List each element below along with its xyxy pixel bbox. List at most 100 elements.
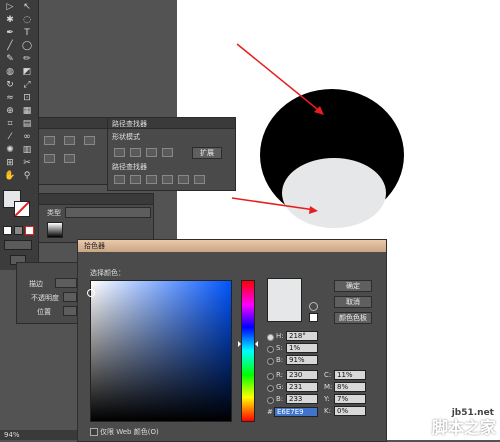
- k-label: K:: [324, 407, 331, 415]
- line-tool-icon[interactable]: ╱: [3, 41, 17, 51]
- hand-tool-icon[interactable]: ✋: [3, 171, 17, 181]
- type-dropdown[interactable]: [65, 207, 151, 218]
- minus-front-icon[interactable]: [130, 148, 141, 157]
- slice-tool-icon[interactable]: ✂: [20, 158, 34, 168]
- minus-back-icon[interactable]: [194, 175, 205, 184]
- zoom-level[interactable]: 94%: [4, 431, 20, 439]
- eyedropper-tool-icon[interactable]: ⁄: [3, 132, 17, 142]
- merge-icon[interactable]: [146, 175, 157, 184]
- gradient-swatch[interactable]: [47, 222, 63, 238]
- eraser-tool-icon[interactable]: ◩: [20, 67, 34, 77]
- hex-label: #: [267, 408, 273, 416]
- pencil-tool-icon[interactable]: ✏: [20, 54, 34, 64]
- y-input[interactable]: 7%: [334, 394, 366, 404]
- dialog-title: 拾色器: [84, 242, 105, 250]
- r-radio[interactable]: [267, 373, 274, 380]
- artboard-tool-icon[interactable]: ⊞: [3, 158, 17, 168]
- ok-button[interactable]: 确定: [334, 280, 372, 292]
- hue-slider-right-handle-icon[interactable]: [255, 341, 258, 347]
- intersect-icon[interactable]: [146, 148, 157, 157]
- g-input[interactable]: 231: [286, 382, 318, 392]
- g-radio[interactable]: [267, 385, 274, 392]
- new-color-preview: [267, 278, 302, 322]
- pen-tool-icon[interactable]: ✒: [3, 28, 17, 38]
- gradient-mode-icon[interactable]: [14, 226, 23, 235]
- direct-selection-tool-icon[interactable]: ↖: [20, 2, 34, 12]
- type-tool-icon[interactable]: T: [20, 28, 34, 38]
- expand-button[interactable]: 扩展: [192, 147, 222, 159]
- panel-icon-2[interactable]: [64, 136, 75, 145]
- hex-input[interactable]: E6E7E9: [274, 407, 318, 417]
- stroke-dropdown[interactable]: [55, 278, 77, 288]
- exclude-icon[interactable]: [162, 148, 173, 157]
- color-mode-icon[interactable]: [3, 226, 12, 235]
- trim-icon[interactable]: [130, 175, 141, 184]
- symbol-sprayer-tool-icon[interactable]: ✺: [3, 145, 17, 155]
- rotate-tool-icon[interactable]: ↻: [3, 80, 17, 90]
- opacity-field[interactable]: [63, 292, 77, 302]
- h-input[interactable]: 218°: [286, 331, 318, 341]
- brightness-input[interactable]: 91%: [286, 355, 318, 365]
- s-radio[interactable]: [267, 346, 274, 353]
- outline-icon[interactable]: [178, 175, 189, 184]
- panel-icon-4[interactable]: [44, 154, 55, 163]
- magic-wand-tool-icon[interactable]: ✱: [3, 15, 17, 25]
- web-only-checkbox[interactable]: [90, 428, 98, 436]
- color-swatches-button[interactable]: 颜色色板: [334, 312, 372, 324]
- crop-icon[interactable]: [162, 175, 173, 184]
- mesh-tool-icon[interactable]: ⌗: [3, 119, 17, 129]
- shape-builder-tool-icon[interactable]: ⊕: [3, 106, 17, 116]
- s-input[interactable]: 1%: [286, 343, 318, 353]
- pathfinder-panel-header[interactable]: 路径查找器: [108, 118, 235, 129]
- blend-tool-icon[interactable]: ∞: [20, 132, 34, 142]
- r-input[interactable]: 230: [286, 370, 318, 380]
- free-transform-tool-icon[interactable]: ⊡: [20, 93, 34, 103]
- color-spectrum-field[interactable]: [87, 280, 232, 422]
- pathfinder-tab[interactable]: 路径查找器: [112, 119, 147, 129]
- gradient-panel-header[interactable]: [39, 194, 153, 205]
- warp-tool-icon[interactable]: ≈: [3, 93, 17, 103]
- lasso-tool-icon[interactable]: ◌: [20, 15, 34, 25]
- dialog-title-bar[interactable]: 拾色器: [78, 240, 386, 252]
- annotation-arrow-top: [236, 43, 323, 114]
- y-label: Y:: [324, 395, 330, 403]
- pathfinder-panel: 路径查找器 形状模式 扩展 路径查找器: [107, 117, 236, 191]
- out-of-gamut-icon[interactable]: [309, 302, 318, 311]
- column-graph-tool-icon[interactable]: ▥: [20, 145, 34, 155]
- blue-radio[interactable]: [267, 397, 274, 404]
- divide-icon[interactable]: [114, 175, 125, 184]
- panel-icon-5[interactable]: [64, 154, 75, 163]
- panel-icon-3[interactable]: [84, 136, 95, 145]
- gradient-tool-icon[interactable]: ▤: [20, 119, 34, 129]
- draw-mode-icon[interactable]: [4, 240, 32, 250]
- perspective-grid-tool-icon[interactable]: ▦: [20, 106, 34, 116]
- gray-ellipse-shape[interactable]: [282, 158, 386, 228]
- web-safe-icon[interactable]: [309, 313, 318, 322]
- m-input[interactable]: 8%: [334, 382, 366, 392]
- r-label: R:: [276, 371, 284, 379]
- selection-tool-icon[interactable]: ▷: [3, 2, 17, 12]
- blue-input[interactable]: 233: [286, 394, 318, 404]
- unite-icon[interactable]: [114, 148, 125, 157]
- brightness-label: B:: [276, 356, 284, 364]
- h-radio[interactable]: [267, 334, 274, 341]
- panel-header[interactable]: [39, 118, 109, 129]
- ellipse-tool-icon[interactable]: ◯: [20, 41, 34, 51]
- color-marker-icon[interactable]: [87, 289, 95, 297]
- cancel-button[interactable]: 取消: [334, 296, 372, 308]
- panel-icon-1[interactable]: [44, 136, 55, 145]
- zoom-tool-icon[interactable]: ⚲: [20, 171, 34, 181]
- stroke-swatch[interactable]: [14, 201, 30, 217]
- blob-brush-tool-icon[interactable]: ◍: [3, 67, 17, 77]
- hue-slider-left-handle-icon[interactable]: [238, 341, 241, 347]
- scale-tool-icon[interactable]: ⤢: [20, 80, 34, 90]
- none-mode-icon[interactable]: [25, 226, 34, 235]
- paintbrush-tool-icon[interactable]: ✎: [3, 54, 17, 64]
- type-label: 类型: [47, 209, 61, 217]
- c-input[interactable]: 11%: [334, 370, 366, 380]
- hue-slider[interactable]: [238, 280, 258, 422]
- opacity-label: 不透明度: [31, 294, 59, 302]
- b-radio[interactable]: [267, 358, 274, 365]
- position-field[interactable]: [63, 306, 77, 316]
- k-input[interactable]: 0%: [334, 406, 366, 416]
